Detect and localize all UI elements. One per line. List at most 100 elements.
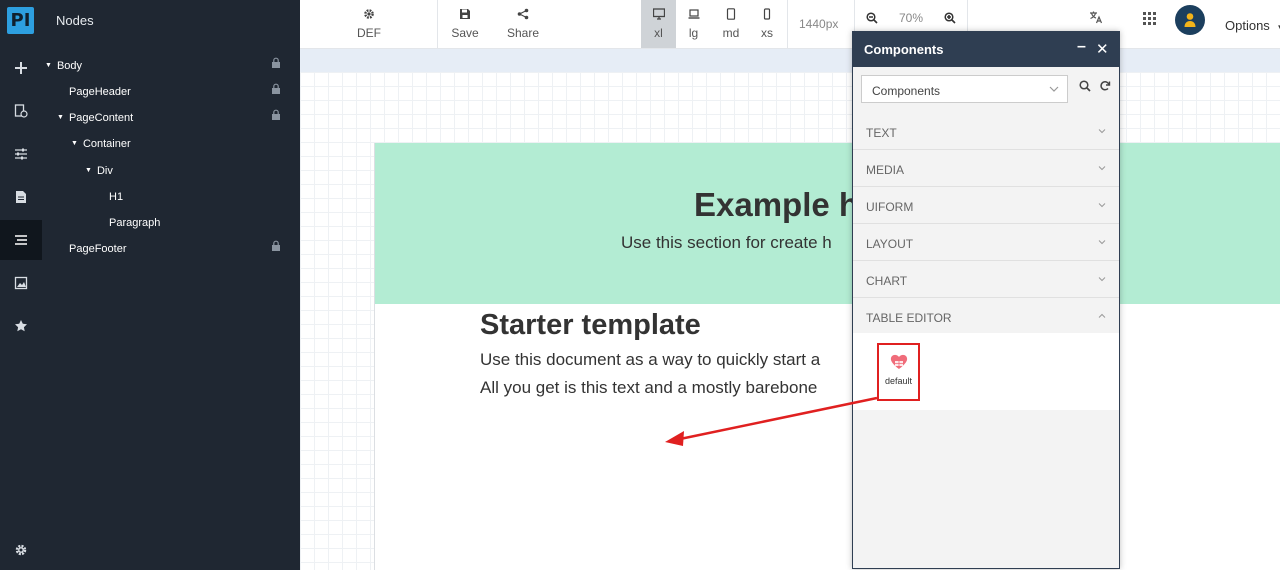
zoom-out-icon[interactable] xyxy=(866,12,878,24)
section-uiform[interactable]: UIFORM xyxy=(853,187,1119,224)
apps-grid-icon[interactable] xyxy=(1143,12,1156,25)
caret-down-icon: ▼ xyxy=(71,140,78,147)
user-icon xyxy=(1184,13,1196,27)
gear-icon[interactable] xyxy=(0,530,42,570)
left-rail: PI xyxy=(0,0,42,570)
gear-icon xyxy=(364,9,374,19)
tree-node-label: PageHeader xyxy=(69,86,131,98)
document-icon[interactable] xyxy=(0,177,42,217)
device-xl-button[interactable]: xl xyxy=(641,0,676,48)
add-icon[interactable] xyxy=(0,48,42,88)
tree-node-body[interactable]: ▼ Body xyxy=(45,58,82,74)
device-lg-button[interactable]: lg xyxy=(676,0,711,48)
zoom-in-icon[interactable] xyxy=(944,12,956,24)
section-label: TABLE EDITOR xyxy=(866,311,952,325)
table-editor-items: default xyxy=(853,333,1119,410)
refresh-icon[interactable] xyxy=(1099,80,1111,92)
tree-node-pagecontent[interactable]: ▼ PageContent xyxy=(57,110,133,126)
hero-section[interactable]: Example h Use this section for create h xyxy=(375,143,1280,304)
tree-node-label: Body xyxy=(56,60,83,72)
star-icon[interactable] xyxy=(0,306,42,346)
starter-paragraph-line1[interactable]: Use this document as a way to quickly st… xyxy=(480,350,820,370)
caret-down-icon: ▼ xyxy=(85,167,92,174)
device-label: xl xyxy=(654,26,663,40)
chevron-down-icon xyxy=(1098,129,1106,134)
section-table-editor[interactable]: TABLE EDITOR xyxy=(853,298,1119,335)
lock-icon xyxy=(272,109,280,120)
search-icon[interactable] xyxy=(1079,80,1091,92)
image-icon[interactable] xyxy=(0,263,42,303)
save-label: Save xyxy=(451,26,479,40)
tree-node-label: Div xyxy=(96,165,113,177)
starter-title[interactable]: Starter template xyxy=(480,309,701,342)
layers-icon[interactable] xyxy=(0,220,42,260)
user-avatar[interactable] xyxy=(1175,5,1205,35)
tree-node-label: Paragraph xyxy=(109,217,161,229)
tree-node-label: H1 xyxy=(109,191,124,203)
section-layout[interactable]: LAYOUT xyxy=(853,224,1119,261)
table-component-icon xyxy=(890,354,907,369)
device-md-button[interactable]: md xyxy=(713,0,749,48)
top-toolbar: DEF Save Share xl lg md xs 1440px 70% xyxy=(300,0,1280,49)
section-label: UIFORM xyxy=(866,200,914,214)
tree-node-paragraph[interactable]: Paragraph xyxy=(109,215,160,231)
share-icon xyxy=(517,8,529,20)
section-chart[interactable]: CHART xyxy=(853,261,1119,298)
lock-icon xyxy=(272,240,280,251)
chevron-down-icon xyxy=(1098,203,1106,208)
canvas-ruler-bar xyxy=(300,49,1280,72)
share-label: Share xyxy=(506,26,540,40)
nodes-panel: Nodes ▼ Body PageHeader ▼ PageContent ▼ … xyxy=(42,0,300,570)
tree-node-div[interactable]: ▼ Div xyxy=(85,163,113,179)
caret-down-icon: ▼ xyxy=(57,114,64,121)
starter-paragraph-line2[interactable]: All you get is this text and a mostly ba… xyxy=(480,378,817,398)
save-button[interactable]: Save xyxy=(443,0,487,48)
page-preview[interactable]: Example h Use this section for create h … xyxy=(374,143,1280,570)
caret-down-icon: ▼ xyxy=(45,62,52,69)
component-item-default[interactable]: default xyxy=(877,343,920,401)
hero-title[interactable]: Example h xyxy=(694,186,859,224)
def-label: DEF xyxy=(357,26,381,40)
close-icon[interactable]: ✕ xyxy=(1096,40,1109,58)
section-label: TEXT xyxy=(866,126,897,140)
app-logo[interactable]: PI xyxy=(7,7,34,34)
tree-node-label: PageContent xyxy=(68,112,134,124)
chevron-down-icon xyxy=(1098,240,1106,245)
minimize-icon[interactable]: – xyxy=(1077,38,1086,56)
tree-node-pagefooter[interactable]: PageFooter xyxy=(69,241,126,257)
device-label: lg xyxy=(688,26,699,40)
components-panel-title: Components xyxy=(864,42,944,57)
lock-icon xyxy=(272,83,280,94)
section-label: LAYOUT xyxy=(866,237,914,251)
components-panel-header[interactable]: Components – ✕ xyxy=(853,32,1119,67)
tree-node-h1[interactable]: H1 xyxy=(109,189,123,205)
floppy-icon xyxy=(460,9,470,19)
components-select[interactable]: Components xyxy=(861,75,1068,103)
share-button[interactable]: Share xyxy=(500,0,546,48)
device-xs-button[interactable]: xs xyxy=(750,0,784,48)
options-label: Options xyxy=(1225,18,1270,33)
nodes-title: Nodes xyxy=(56,13,94,28)
chevron-down-icon xyxy=(1098,277,1106,282)
zoom-readout: 70% xyxy=(899,11,924,25)
tree-node-pageheader[interactable]: PageHeader xyxy=(69,84,131,100)
laptop-icon xyxy=(688,9,699,19)
component-item-label: default xyxy=(884,376,913,386)
section-media[interactable]: MEDIA xyxy=(853,150,1119,187)
hero-subtitle[interactable]: Use this section for create h xyxy=(621,233,832,253)
section-label: MEDIA xyxy=(866,163,905,177)
components-panel: Components – ✕ Components TEXT MEDIA UIF… xyxy=(852,31,1120,569)
pages-settings-icon[interactable] xyxy=(0,91,42,131)
translate-icon[interactable] xyxy=(1089,10,1103,24)
sliders-icon[interactable] xyxy=(0,134,42,174)
section-text[interactable]: TEXT xyxy=(853,113,1119,150)
tree-node-container[interactable]: ▼ Container xyxy=(71,136,131,152)
def-button[interactable]: DEF xyxy=(344,0,394,48)
caret-down-icon: ▼ xyxy=(1276,23,1280,32)
tree-node-label: PageFooter xyxy=(69,243,127,255)
chevron-down-icon xyxy=(1098,166,1106,171)
options-menu[interactable]: Options ▼ xyxy=(1225,18,1280,33)
lock-icon xyxy=(272,57,280,68)
device-label: md xyxy=(722,26,740,40)
width-readout: 1440px xyxy=(799,17,839,31)
